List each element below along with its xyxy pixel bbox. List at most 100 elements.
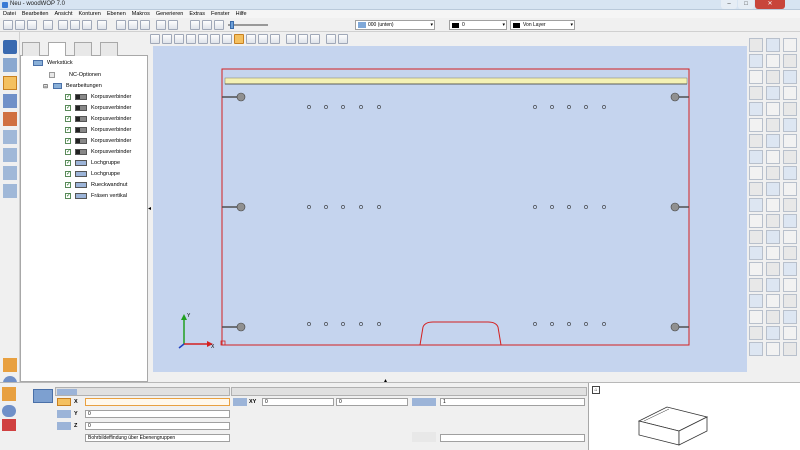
trim-icon[interactable] xyxy=(766,246,780,260)
mirror-icon[interactable] xyxy=(783,214,797,228)
grid-icon[interactable] xyxy=(326,34,336,44)
checkbox[interactable] xyxy=(65,158,71,168)
linetype-dropdown[interactable]: Von Layer ▾ xyxy=(510,20,575,30)
text-3d-icon[interactable] xyxy=(783,182,797,196)
paste-icon[interactable] xyxy=(82,20,92,30)
menu-ansicht[interactable]: Ansicht xyxy=(51,10,75,18)
first-step-icon[interactable] xyxy=(168,20,178,30)
chamfer-icon[interactable] xyxy=(783,294,797,308)
extend-icon[interactable] xyxy=(766,262,780,276)
tree-item-nc-options[interactable]: NC-Optionen xyxy=(49,70,101,80)
tab-tree-2[interactable] xyxy=(48,42,66,56)
spline-icon[interactable] xyxy=(783,150,797,164)
measure-icon[interactable] xyxy=(783,342,797,356)
ellipse-icon[interactable] xyxy=(749,134,763,148)
y-input[interactable]: 0 xyxy=(85,410,230,418)
circle-icon[interactable] xyxy=(783,86,797,100)
text-3d-icon[interactable] xyxy=(749,182,763,196)
text-icon[interactable] xyxy=(766,166,780,180)
offset-icon[interactable] xyxy=(783,198,797,212)
count-input[interactable]: 1 xyxy=(440,398,585,406)
chamfer-icon[interactable] xyxy=(766,294,780,308)
arc-icon[interactable] xyxy=(783,70,797,84)
text-icon[interactable] xyxy=(783,166,797,180)
circle-icon[interactable] xyxy=(749,86,763,100)
point-icon[interactable] xyxy=(783,38,797,52)
point-icon[interactable] xyxy=(749,38,763,52)
xy-input-2[interactable]: 0 xyxy=(336,398,408,406)
view-3d-icon[interactable] xyxy=(116,20,126,30)
tab-tree-3[interactable] xyxy=(74,42,92,56)
stop-icon[interactable] xyxy=(2,419,16,431)
checkbox[interactable] xyxy=(65,125,71,135)
tree-item-operation[interactable]: Korpusverbinder xyxy=(65,92,131,102)
tree-item-operation[interactable]: Korpusverbinder xyxy=(65,114,131,124)
view-front-icon[interactable] xyxy=(150,34,160,44)
line-icon[interactable] xyxy=(783,54,797,68)
trim-icon[interactable] xyxy=(783,246,797,260)
menu-makros[interactable]: Makros xyxy=(129,10,153,18)
tree-item-operation[interactable]: Korpusverbinder xyxy=(65,103,131,113)
offset-icon[interactable] xyxy=(766,198,780,212)
undo-icon[interactable] xyxy=(97,20,107,30)
zoom-window-icon[interactable] xyxy=(298,34,308,44)
menu-konturen[interactable]: Konturen xyxy=(76,10,104,18)
step-forward-icon[interactable] xyxy=(214,20,224,30)
menu-hilfe[interactable]: Hilfe xyxy=(233,10,250,18)
extend-icon[interactable] xyxy=(783,262,797,276)
menu-ebenen[interactable]: Ebenen xyxy=(104,10,129,18)
rotate-icon[interactable] xyxy=(749,230,763,244)
3d-preview-panel[interactable]: ⌂ xyxy=(588,383,800,450)
save-icon[interactable] xyxy=(27,20,37,30)
text-3d-icon[interactable] xyxy=(766,182,780,196)
menu-generieren[interactable]: Generieren xyxy=(153,10,187,18)
zoom-all-icon[interactable] xyxy=(270,34,280,44)
tab-tree-4[interactable] xyxy=(100,42,118,56)
polygon-icon[interactable] xyxy=(766,118,780,132)
view-top-icon[interactable] xyxy=(128,20,138,30)
arc-icon[interactable] xyxy=(749,70,763,84)
join-icon[interactable] xyxy=(749,310,763,324)
spline-icon[interactable] xyxy=(766,150,780,164)
rotate-icon[interactable] xyxy=(783,230,797,244)
saw-tool-icon[interactable] xyxy=(3,112,17,126)
view-iso-icon[interactable] xyxy=(198,34,208,44)
view-iso2-icon[interactable] xyxy=(210,34,220,44)
split-icon[interactable] xyxy=(766,326,780,340)
xy-input-1[interactable]: 0 xyxy=(262,398,334,406)
tree-item-operation[interactable]: Lochgruppe xyxy=(65,169,120,179)
arc-icon[interactable] xyxy=(766,70,780,84)
polygon-icon[interactable] xyxy=(749,118,763,132)
settings-icon[interactable] xyxy=(2,405,16,417)
menu-datei[interactable]: Datei xyxy=(0,10,19,18)
vertical-drill-icon[interactable] xyxy=(3,94,17,108)
z-input[interactable]: 0 xyxy=(85,422,230,430)
point-icon[interactable] xyxy=(766,38,780,52)
color-grid-icon[interactable] xyxy=(412,432,436,442)
rectangle-icon[interactable] xyxy=(783,102,797,116)
rotate-icon[interactable] xyxy=(766,230,780,244)
play-icon[interactable] xyxy=(202,20,212,30)
spline-icon[interactable] xyxy=(749,150,763,164)
checkbox[interactable] xyxy=(65,103,71,113)
pan-icon[interactable] xyxy=(286,34,296,44)
reference-dropdown[interactable]: Bohrbildeffindung über Ebenengruppen xyxy=(85,434,230,442)
splitter-arrow-icon[interactable]: ◂ xyxy=(148,205,151,212)
copy-icon[interactable] xyxy=(70,20,80,30)
view-right-icon[interactable] xyxy=(186,34,196,44)
macro-tool-icon[interactable] xyxy=(3,148,17,162)
checkbox[interactable] xyxy=(65,147,71,157)
simulation-icon[interactable] xyxy=(156,20,166,30)
x-input[interactable] xyxy=(85,398,230,406)
open-file-icon[interactable] xyxy=(15,20,25,30)
minimize-button[interactable]: – xyxy=(721,0,737,9)
join-icon[interactable] xyxy=(783,310,797,324)
cut-icon[interactable] xyxy=(58,20,68,30)
fillet-icon[interactable] xyxy=(766,278,780,292)
tree-item-operation[interactable]: Lochgruppe xyxy=(65,158,120,168)
speed-slider-handle[interactable] xyxy=(230,21,234,29)
rectangle-icon[interactable] xyxy=(749,102,763,116)
menu-fenster[interactable]: Fenster xyxy=(208,10,233,18)
zoom-out-icon[interactable] xyxy=(310,34,320,44)
tree-item-operation[interactable]: Korpusverbinder xyxy=(65,136,131,146)
